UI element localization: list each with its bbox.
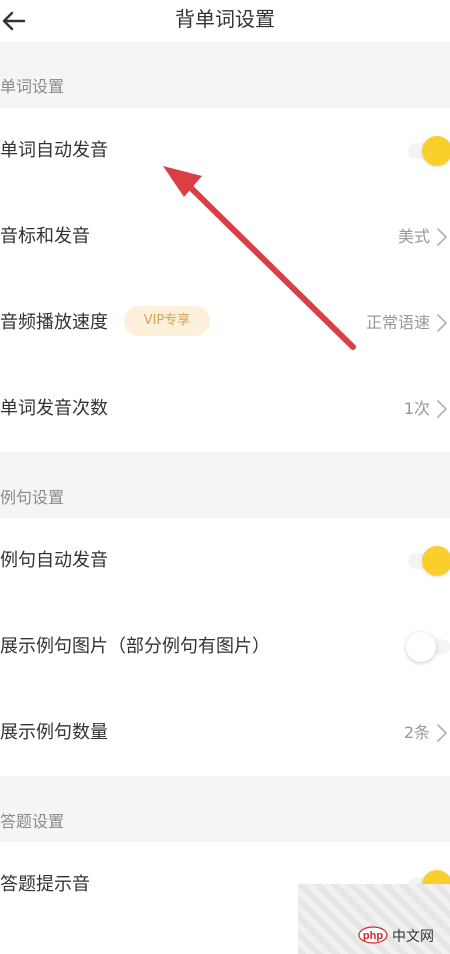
row-label: 音标和发音: [0, 226, 90, 247]
row-label: 展示例句数量: [0, 722, 108, 743]
vip-badge: VIP专享: [124, 306, 210, 336]
page-title: 背单词设置: [175, 7, 275, 31]
php-logo-icon: php: [358, 926, 388, 944]
row-value: 美式: [397, 227, 430, 246]
row-label: 例句自动发音: [0, 550, 108, 571]
header-bar: 背单词设置: [0, 0, 450, 42]
row-value: 1次: [403, 399, 430, 418]
settings-row-word-auto-pronounce[interactable]: 单词自动发音: [0, 108, 450, 194]
sentence-images-toggle[interactable]: [406, 632, 450, 662]
sentence-auto-pronounce-toggle[interactable]: [408, 546, 450, 576]
section-title-word: 单词设置: [0, 77, 65, 96]
settings-row-sentence-images[interactable]: 展示例句图片（部分例句有图片）: [0, 604, 450, 690]
row-label: 单词自动发音: [0, 140, 108, 161]
row-label: 单词发音次数: [0, 398, 108, 419]
word-auto-pronounce-toggle[interactable]: [408, 136, 450, 166]
settings-row-sentence-auto-pronounce[interactable]: 例句自动发音: [0, 518, 450, 604]
section-title-sentence: 例句设置: [0, 488, 65, 507]
toggle-knob: [406, 632, 436, 662]
chevron-right-icon: [437, 228, 447, 246]
section-title-answer: 答题设置: [0, 812, 65, 831]
chevron-right-icon: [437, 400, 447, 418]
settings-row-phonetic[interactable]: 音标和发音 美式: [0, 194, 450, 280]
chevron-right-icon: [437, 724, 447, 742]
svg-text:php: php: [363, 930, 383, 942]
toggle-knob: [422, 546, 450, 576]
toggle-knob: [422, 136, 450, 166]
watermark-text: 中文网: [392, 929, 434, 945]
row-label: 音频播放速度: [0, 312, 108, 333]
row-value: 2条: [403, 723, 430, 742]
row-value: 正常语速: [365, 313, 430, 332]
watermark: php 中文网: [298, 884, 450, 954]
settings-row-sentence-count[interactable]: 展示例句数量 2条: [0, 690, 450, 776]
row-label: 答题提示音: [0, 874, 90, 895]
settings-row-pronounce-count[interactable]: 单词发音次数 1次: [0, 366, 450, 452]
row-label: 展示例句图片（部分例句有图片）: [0, 636, 270, 657]
settings-row-audio-speed[interactable]: 音频播放速度 VIP专享 正常语速: [0, 280, 450, 366]
chevron-right-icon: [437, 314, 447, 332]
